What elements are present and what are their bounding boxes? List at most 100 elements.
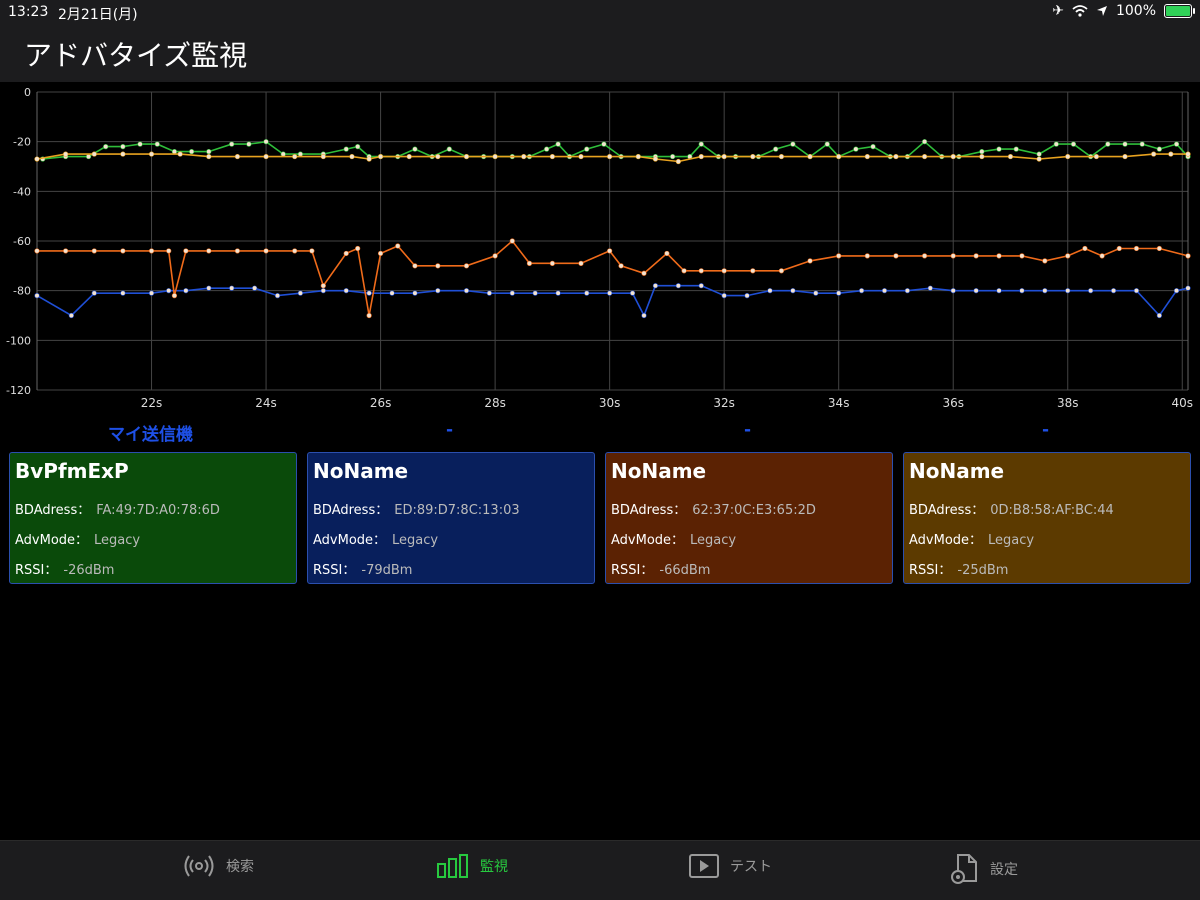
data-point <box>292 153 298 160</box>
data-point <box>996 253 1002 259</box>
y-tick-label: -120 <box>6 384 31 397</box>
data-point <box>778 268 785 274</box>
device-card[interactable]: NoName BDAdress： 62:37:0C:E3:65:2D AdvMod… <box>605 452 893 584</box>
tab-test[interactable]: テスト <box>688 853 772 879</box>
adv-mode-value: Legacy <box>94 533 141 548</box>
data-point <box>601 141 607 147</box>
rssi-chart: 0 -20 -40 -60 -80 -100 -120 22s 24s 26s 28s 30s 32s 3… <box>6 86 1193 410</box>
tab-label: 設定 <box>990 862 1018 878</box>
data-point <box>584 290 590 296</box>
device-name: BvPfmExP <box>15 459 129 483</box>
bd-address-row: BDAdress： 0D:B8:58:AF:BC:44 <box>909 499 1114 518</box>
data-point <box>1088 288 1094 294</box>
data-point <box>1099 253 1105 259</box>
device-card[interactable]: NoName BDAdress： ED:89:D7:8C:13:03 AdvMod… <box>307 452 595 584</box>
data-point <box>34 293 40 299</box>
data-point <box>412 146 418 152</box>
data-point <box>1013 146 1019 152</box>
data-point <box>996 288 1002 294</box>
data-point <box>183 248 189 254</box>
tab-search[interactable]: 検索 <box>182 853 254 879</box>
data-point <box>641 312 647 319</box>
data-point <box>263 248 269 254</box>
data-point <box>91 248 97 254</box>
data-point <box>446 146 452 152</box>
x-tick-label: 22s <box>141 396 163 410</box>
data-point <box>921 153 928 160</box>
data-point <box>629 290 636 296</box>
data-point <box>607 248 613 254</box>
legend-my-transmitter: マイ送信機 <box>108 425 193 445</box>
data-point <box>721 268 727 274</box>
data-point <box>1065 153 1071 160</box>
device-card[interactable]: BvPfmExP BDAdress： FA:49:7D:A0:78:6D AdvM… <box>9 452 297 584</box>
data-point <box>1133 288 1140 294</box>
data-point <box>435 153 441 160</box>
data-point <box>34 248 40 254</box>
data-point <box>435 263 441 269</box>
data-point <box>807 258 813 264</box>
data-point <box>120 144 126 150</box>
adv-mode-value: Legacy <box>392 533 439 548</box>
bd-address-label: BDAdress： <box>15 503 91 518</box>
tab-monitor[interactable]: 監視 <box>436 853 508 879</box>
data-point <box>1156 146 1162 152</box>
data-point <box>492 153 498 160</box>
data-point <box>366 312 372 319</box>
rssi-row: RSSI： -25dBm <box>909 559 1008 578</box>
legend-item: - <box>744 420 752 440</box>
rssi-value: -25dBm <box>957 563 1009 578</box>
data-point <box>607 153 613 160</box>
data-point <box>767 288 773 294</box>
data-point <box>120 151 126 157</box>
data-point <box>320 153 326 160</box>
data-point <box>1185 151 1191 157</box>
data-point <box>148 290 155 296</box>
broadcast-icon <box>184 855 214 877</box>
data-point <box>377 153 384 160</box>
data-point <box>721 293 727 299</box>
data-point <box>63 248 69 254</box>
data-point <box>1173 288 1180 294</box>
data-point <box>486 290 492 296</box>
data-point <box>1156 245 1162 252</box>
data-point <box>618 263 624 269</box>
device-name: NoName <box>611 459 707 483</box>
page-title: アドバタイズ監視 <box>24 39 248 72</box>
data-point <box>1093 153 1099 160</box>
x-tick-label: 34s <box>828 396 850 410</box>
data-point <box>544 146 550 152</box>
data-point <box>349 153 355 160</box>
data-point <box>206 148 212 155</box>
data-point <box>463 288 470 294</box>
status-indicators: ✈ 100% <box>1052 3 1195 19</box>
rssi-label: RSSI： <box>313 563 356 578</box>
data-point <box>950 153 956 160</box>
data-point <box>578 153 584 160</box>
data-point <box>91 290 97 296</box>
data-point <box>229 285 235 291</box>
data-point <box>91 151 97 157</box>
data-point <box>778 153 785 160</box>
data-point <box>773 146 779 152</box>
y-tick-label: -100 <box>6 334 31 347</box>
data-point <box>836 153 842 160</box>
data-point <box>85 153 92 160</box>
data-point <box>234 153 241 160</box>
data-point <box>183 288 189 294</box>
adv-mode-row: AdvMode： Legacy <box>15 529 140 548</box>
data-point <box>234 248 241 254</box>
data-point <box>996 146 1002 152</box>
data-point <box>148 151 155 157</box>
data-point <box>790 288 796 294</box>
y-tick-label: -80 <box>13 285 31 298</box>
bd-address-row: BDAdress： FA:49:7D:A0:78:6D <box>15 499 220 518</box>
data-point <box>1042 258 1048 264</box>
data-point <box>406 153 412 160</box>
data-point <box>206 248 212 254</box>
device-card[interactable]: NoName BDAdress： 0D:B8:58:AF:BC:44 AdvMod… <box>903 452 1191 584</box>
adv-mode-row: AdvMode： Legacy <box>909 529 1034 548</box>
status-bar: 13:23 2月21日(月) ✈ 100% <box>0 0 1200 24</box>
tab-settings[interactable]: 設定 <box>950 853 1018 885</box>
data-point <box>1116 245 1122 252</box>
